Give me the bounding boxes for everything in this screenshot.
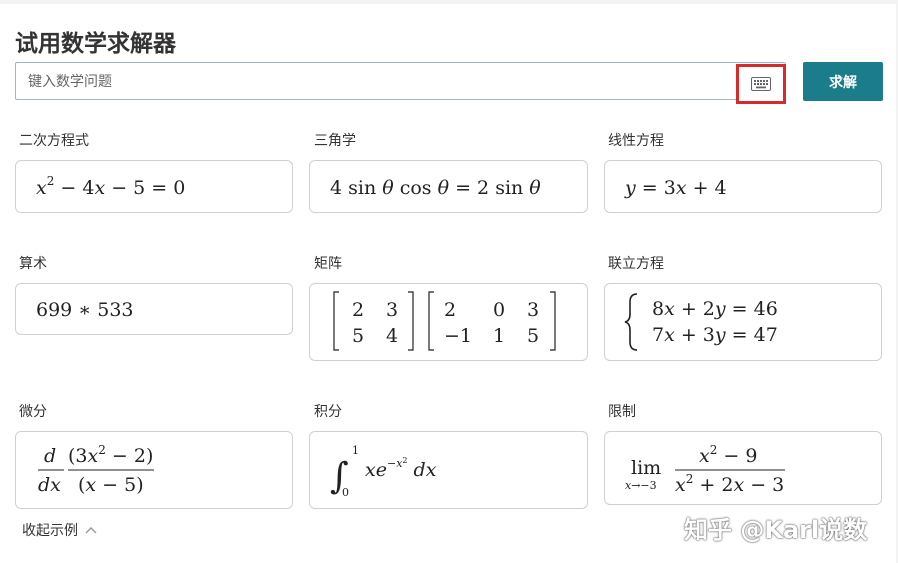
category-label-matrix: 矩阵: [314, 256, 342, 272]
solve-button[interactable]: 求解: [803, 62, 883, 101]
svg-text:d: d: [44, 445, 56, 467]
category-label-quadratic: 二次方程式: [19, 133, 89, 149]
keyboard-icon: [751, 77, 771, 91]
svg-text:dx: dx: [38, 474, 61, 496]
example-expression-limit: lim x→−3 x2 − 9 x2 + 2x − 3: [625, 443, 785, 496]
collapse-label: 收起示例: [22, 523, 78, 539]
example-expression-linear: y = 3x + 4: [624, 177, 727, 199]
svg-text:x2 + 2x − 3: x2 + 2x − 3: [675, 472, 784, 496]
svg-text:x→−3: x→−3: [625, 479, 657, 492]
example-card-trigonometry[interactable]: 4 sin θ cos θ = 2 sin θ: [309, 160, 588, 213]
keyboard-button[interactable]: [736, 64, 786, 104]
category-label-linear: 线性方程: [608, 133, 664, 149]
category-label-derivative: 微分: [19, 404, 47, 420]
category-label-trigonometry: 三角学: [314, 133, 356, 149]
example-expression-simultaneous: 8x + 2y = 46 7x + 3y = 47: [624, 293, 784, 351]
svg-text:(x − 5): (x − 5): [78, 474, 144, 496]
example-card-linear[interactable]: y = 3x + 4: [604, 160, 882, 213]
category-label-limit: 限制: [608, 404, 636, 420]
example-card-quadratic[interactable]: x2 − 4x − 5 = 0: [15, 160, 293, 213]
example-expression-derivative: d dx (3x2 − 2) (x − 5): [38, 443, 154, 496]
example-expression-arithmetic: 699 ∗ 533: [36, 299, 134, 321]
example-expression-quadratic: x2 − 4x − 5 = 0: [36, 174, 185, 199]
chevron-up-icon: [85, 527, 97, 534]
page-title: 试用数学求解器: [15, 31, 176, 57]
example-expression-integral: ∫ 1 0 xe−x2 dx: [330, 444, 437, 499]
svg-text:x2 − 9: x2 − 9: [699, 443, 757, 467]
example-card-simultaneous[interactable]: 8x + 2y = 46 7x + 3y = 47: [604, 283, 882, 361]
category-label-integral: 积分: [314, 404, 342, 420]
search-box[interactable]: [15, 62, 786, 101]
svg-text:(3x2 − 2): (3x2 − 2): [68, 443, 153, 467]
svg-text:0: 0: [342, 486, 349, 499]
example-card-arithmetic[interactable]: 699 ∗ 533: [15, 283, 293, 335]
category-label-arithmetic: 算术: [19, 256, 47, 272]
example-expression-trigonometry: 4 sin θ cos θ = 2 sin θ: [330, 177, 541, 199]
svg-text:x2 − 4x − 5 = 0: x2 − 4x − 5 = 0: [36, 174, 185, 199]
svg-text:699 ∗ 533: 699 ∗ 533: [36, 299, 134, 321]
search-input[interactable]: [26, 63, 730, 101]
watermark: 知乎 @Karl说数: [684, 516, 868, 544]
example-card-integral[interactable]: ∫ 1 0 xe−x2 dx: [309, 431, 588, 509]
svg-text:8x + 2y = 46 7x + 3y = 4: 8x + 2y = 46 7x + 3y = 47: [652, 298, 784, 346]
example-card-limit[interactable]: lim x→−3 x2 − 9 x2 + 2x − 3: [604, 431, 882, 505]
svg-text:23 54 203 −1: 23 54 203 −1 1 5: [352, 299, 545, 347]
category-label-simultaneous: 联立方程: [608, 256, 664, 272]
svg-text:1: 1: [352, 444, 359, 457]
collapse-examples-button[interactable]: 收起示例: [22, 520, 98, 540]
svg-text:4 sin θ cos θ = 2 sin θ: 4 sin θ cos θ = 2 sin θ: [330, 177, 541, 199]
example-card-derivative[interactable]: d dx (3x2 − 2) (x − 5): [15, 431, 293, 509]
example-expression-matrix: 23 54 203 −1 1 5: [333, 291, 556, 351]
example-card-matrix[interactable]: 23 54 203 −1 1 5: [309, 283, 588, 361]
svg-text:y = 3x + 4: y = 3x + 4: [624, 177, 727, 199]
svg-text:xe−x2 dx: xe−x2 dx: [365, 456, 437, 481]
svg-text:lim: lim: [631, 457, 661, 479]
